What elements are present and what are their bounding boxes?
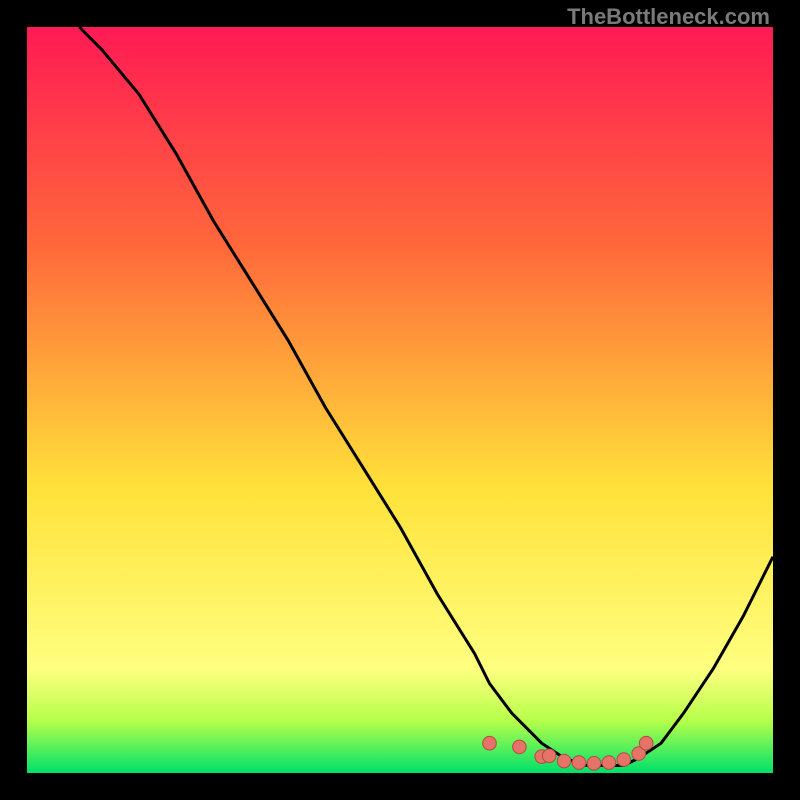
marker-cluster xyxy=(483,736,653,770)
marker-dot xyxy=(602,756,616,770)
marker-dot xyxy=(542,749,556,763)
marker-dot xyxy=(572,756,586,770)
marker-dot xyxy=(587,757,601,771)
watermark-text: TheBottleneck.com xyxy=(567,4,770,30)
marker-dot xyxy=(617,753,631,767)
marker-dot xyxy=(639,736,653,750)
curve-line xyxy=(79,27,773,766)
marker-dot xyxy=(557,754,571,768)
chart-frame xyxy=(27,27,773,773)
marker-dot xyxy=(513,740,527,754)
marker-dot xyxy=(483,736,497,750)
bottleneck-curve xyxy=(27,27,773,773)
